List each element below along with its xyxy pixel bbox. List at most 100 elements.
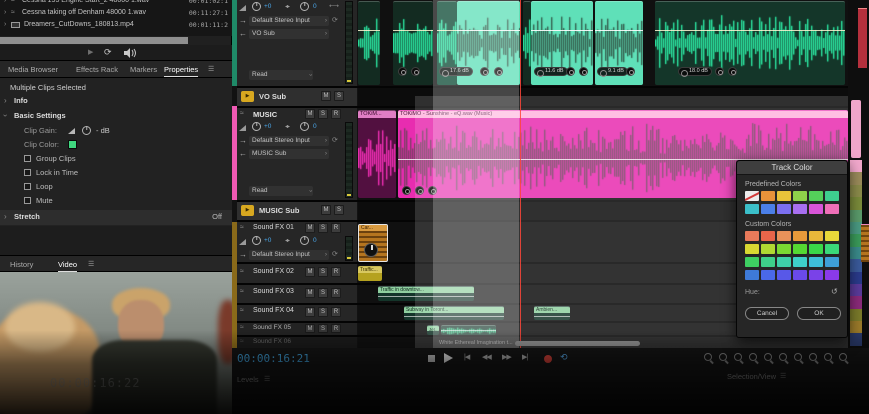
color-swatch[interactable] bbox=[850, 197, 862, 210]
stretch-section[interactable]: › Stretch Off bbox=[0, 210, 232, 225]
checkbox-label[interactable]: Loop bbox=[36, 182, 53, 191]
color-swatch[interactable] bbox=[761, 257, 775, 267]
pan-knob[interactable] bbox=[300, 2, 309, 11]
color-swatch[interactable] bbox=[850, 308, 862, 322]
group-clips-checkbox[interactable] bbox=[24, 155, 31, 162]
color-swatch[interactable] bbox=[809, 244, 823, 254]
solo-button[interactable]: S bbox=[318, 288, 328, 298]
color-swatch[interactable] bbox=[850, 209, 862, 222]
clip-gain-knob-hud[interactable] bbox=[364, 243, 378, 257]
color-swatch[interactable] bbox=[745, 231, 759, 241]
clip-gain-knob[interactable] bbox=[82, 126, 91, 135]
color-swatch[interactable] bbox=[745, 270, 759, 280]
output-selector[interactable]: VO Sub › bbox=[249, 29, 329, 39]
color-swatch[interactable] bbox=[761, 191, 775, 201]
input-selector[interactable]: Default Stereo Input › bbox=[249, 136, 329, 146]
panel-menu-icon[interactable]: ☰ bbox=[88, 260, 94, 268]
clip-gain-label[interactable]: 9.1 dB bbox=[597, 67, 628, 77]
auto-play-icon[interactable]: ▶ bbox=[88, 48, 93, 56]
input-selector[interactable]: Default Stereo Input › bbox=[249, 16, 329, 26]
playhead-timecode[interactable]: 00:00:16:21 bbox=[237, 352, 310, 365]
arm-record-button[interactable]: R bbox=[331, 288, 341, 298]
checkbox-label[interactable]: Mute bbox=[36, 196, 53, 205]
arm-record-button[interactable]: R bbox=[331, 324, 341, 333]
horizontal-scrollbar[interactable] bbox=[515, 341, 640, 346]
color-swatch[interactable] bbox=[777, 270, 791, 280]
clip-fx-badge[interactable] bbox=[715, 67, 724, 76]
clip-color-swatch[interactable] bbox=[68, 140, 77, 149]
panel-menu-icon[interactable]: ☰ bbox=[208, 65, 214, 73]
section-basic-settings[interactable]: Basic Settings bbox=[14, 111, 66, 120]
solo-button[interactable]: S bbox=[334, 205, 344, 215]
mute-button[interactable]: M bbox=[305, 223, 315, 233]
color-swatch[interactable] bbox=[745, 257, 759, 267]
volume-envelope[interactable] bbox=[531, 30, 593, 31]
solo-button[interactable]: S bbox=[334, 91, 344, 101]
clip-gain-label[interactable]: 18.0 dB bbox=[678, 67, 712, 77]
file-row[interactable]: › Dreamers_CutDowns_180813.mp4 00:01:11:… bbox=[0, 19, 232, 31]
color-swatch[interactable] bbox=[777, 244, 791, 254]
zoom-in-vertical-icon[interactable] bbox=[748, 352, 761, 364]
section-chevron-icon[interactable]: › bbox=[4, 96, 7, 105]
levels-menu-icon[interactable]: ☰ bbox=[264, 375, 270, 383]
expand-icon[interactable]: › bbox=[4, 0, 6, 7]
color-swatch[interactable] bbox=[809, 191, 823, 201]
file-row[interactable]: › ≈ Cessna 195 Engine Start_2 48000 1.wa… bbox=[0, 0, 232, 7]
color-swatch[interactable] bbox=[809, 204, 823, 214]
zoom-to-inpoint-icon[interactable] bbox=[793, 352, 806, 364]
volume-knob[interactable] bbox=[252, 122, 261, 131]
color-swatch[interactable] bbox=[825, 270, 839, 280]
io-toggle-icon[interactable]: ⟷ bbox=[329, 2, 339, 10]
color-swatch[interactable] bbox=[745, 191, 759, 201]
clip-fx-badge[interactable] bbox=[566, 67, 575, 76]
stop-button[interactable] bbox=[428, 355, 435, 362]
checkbox-label[interactable]: Group Clips bbox=[36, 154, 76, 163]
color-swatch[interactable] bbox=[850, 296, 862, 309]
solo-button[interactable]: S bbox=[318, 223, 328, 233]
tab-properties[interactable]: Properties bbox=[164, 65, 199, 77]
zoom-playhead-icon[interactable] bbox=[838, 352, 851, 364]
arm-record-button[interactable]: R bbox=[331, 307, 341, 317]
mute-button[interactable]: M bbox=[305, 324, 315, 333]
color-swatch[interactable] bbox=[825, 204, 839, 214]
automation-mode-selector[interactable]: Read› bbox=[249, 70, 313, 80]
volume-envelope[interactable] bbox=[595, 30, 643, 31]
color-swatch[interactable] bbox=[793, 231, 807, 241]
color-swatch[interactable] bbox=[809, 257, 823, 267]
color-swatch[interactable] bbox=[761, 270, 775, 280]
expand-icon[interactable]: › bbox=[4, 7, 6, 19]
zoom-in-horizontal-icon[interactable] bbox=[718, 352, 731, 364]
loop-playback-button[interactable]: ⟲ bbox=[560, 352, 568, 363]
clip-edge-red[interactable] bbox=[858, 8, 867, 68]
selection-view-menu-icon[interactable]: ☰ bbox=[780, 372, 786, 380]
clip-music-1[interactable]: TOKiM... bbox=[358, 110, 396, 198]
clip-vo-4[interactable] bbox=[523, 1, 531, 85]
clip-gain-badge[interactable] bbox=[398, 67, 407, 76]
monitor-icon[interactable]: ⟳ bbox=[332, 250, 338, 258]
vertical-scrollbar[interactable] bbox=[851, 100, 861, 158]
clip-gain-badge[interactable] bbox=[402, 186, 411, 195]
zoom-out-vertical-icon[interactable] bbox=[763, 352, 776, 364]
clip-vo-1[interactable] bbox=[358, 1, 380, 85]
clip-gain-label[interactable]: 11.6 dB bbox=[534, 67, 568, 77]
mute-button[interactable]: M bbox=[305, 307, 315, 317]
monitor-icon[interactable]: ⟳ bbox=[332, 136, 338, 144]
pan-knob[interactable] bbox=[300, 236, 309, 245]
lock-in-time-checkbox[interactable] bbox=[24, 169, 31, 176]
solo-button[interactable]: S bbox=[318, 267, 328, 277]
monitor-icon[interactable]: ⟳ bbox=[332, 16, 338, 24]
skip-to-start-button[interactable]: |◀ bbox=[464, 353, 470, 363]
section-info[interactable]: Info bbox=[14, 96, 28, 105]
output-selector[interactable]: MUSIC Sub › bbox=[249, 149, 329, 159]
zoom-out-horizontal-icon[interactable] bbox=[733, 352, 746, 364]
color-swatch[interactable] bbox=[825, 257, 839, 267]
clip-edge-orange[interactable] bbox=[861, 224, 869, 262]
record-button[interactable] bbox=[544, 355, 552, 363]
clip-fx-badge[interactable] bbox=[411, 67, 420, 76]
loop-checkbox[interactable] bbox=[24, 183, 31, 190]
selection-column-overlay[interactable] bbox=[433, 0, 519, 348]
clip-comment-badge[interactable] bbox=[579, 67, 588, 76]
color-swatch[interactable] bbox=[793, 257, 807, 267]
solo-button[interactable]: S bbox=[318, 324, 328, 333]
arm-record-button[interactable]: R bbox=[331, 267, 341, 277]
